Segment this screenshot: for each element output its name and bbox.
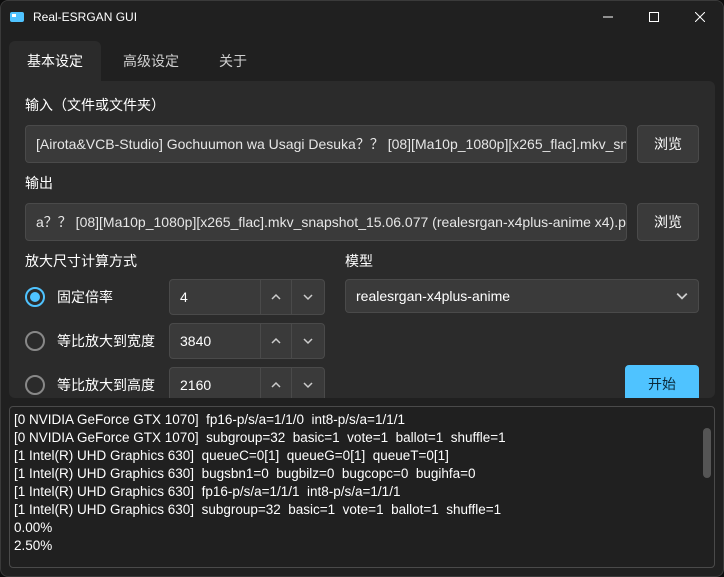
close-icon [695, 12, 705, 22]
scale-height-down[interactable] [292, 368, 324, 398]
log-output[interactable]: [0 NVIDIA GeForce GTX 1070] fp16-p/s/a=1… [9, 406, 715, 568]
log-scrollbar[interactable] [701, 408, 713, 566]
input-path-field[interactable]: [Airota&VCB-Studio] Gochuumon wa Usagi D… [25, 125, 627, 163]
radio-scale-height[interactable] [25, 375, 45, 395]
chevron-up-icon [271, 336, 281, 346]
tab-basic[interactable]: 基本设定 [9, 41, 101, 81]
window-title: Real-ESRGAN GUI [33, 10, 585, 24]
model-select[interactable]: realesrgan-x4plus-anime [345, 279, 699, 313]
radio-scale-width-label: 等比放大到宽度 [57, 331, 157, 351]
scale-height-value[interactable]: 2160 [170, 368, 260, 398]
input-browse-button[interactable]: 浏览 [637, 125, 699, 163]
radio-scale-height-label: 等比放大到高度 [57, 375, 157, 395]
model-label: 模型 [345, 251, 699, 271]
window-controls [585, 1, 723, 33]
log-text: [0 NVIDIA GeForce GTX 1070] fp16-p/s/a=1… [14, 412, 506, 553]
app-window: Real-ESRGAN GUI 基本设定 高级设定 关于 输入（文件或文件夹） … [0, 0, 724, 577]
maximize-button[interactable] [631, 1, 677, 33]
maximize-icon [649, 12, 659, 22]
minimize-button[interactable] [585, 1, 631, 33]
radio-fixed-ratio[interactable] [25, 287, 45, 307]
scale-height-spinbox[interactable]: 2160 [169, 367, 325, 398]
chevron-down-icon [303, 336, 313, 346]
chevron-down-icon [303, 292, 313, 302]
minimize-icon [603, 12, 613, 22]
model-select-value: realesrgan-x4plus-anime [356, 288, 676, 304]
close-button[interactable] [677, 1, 723, 33]
tab-about[interactable]: 关于 [201, 41, 265, 81]
start-button[interactable]: 开始 [625, 365, 699, 398]
scale-width-up[interactable] [260, 324, 292, 358]
basic-panel: 输入（文件或文件夹） [Airota&VCB-Studio] Gochuumon… [9, 81, 715, 398]
scale-width-value[interactable]: 3840 [170, 324, 260, 358]
radio-fixed-ratio-label: 固定倍率 [57, 287, 157, 307]
output-browse-button[interactable]: 浏览 [637, 203, 699, 241]
output-label: 输出 [25, 173, 699, 193]
scale-width-spinbox[interactable]: 3840 [169, 323, 325, 359]
chevron-down-icon [303, 380, 313, 390]
chevron-up-icon [271, 292, 281, 302]
output-path-field[interactable]: a？？ [08][Ma10p_1080p][x265_flac].mkv_sna… [25, 203, 627, 241]
scale-height-up[interactable] [260, 368, 292, 398]
scale-width-down[interactable] [292, 324, 324, 358]
fixed-ratio-down[interactable] [292, 280, 324, 314]
fixed-ratio-up[interactable] [260, 280, 292, 314]
chevron-down-icon [676, 290, 688, 302]
log-scrollbar-thumb[interactable] [703, 428, 711, 478]
fixed-ratio-spinbox[interactable]: 4 [169, 279, 325, 315]
radio-scale-width[interactable] [25, 331, 45, 351]
titlebar[interactable]: Real-ESRGAN GUI [1, 1, 723, 33]
size-mode-label: 放大尺寸计算方式 [25, 251, 325, 271]
fixed-ratio-value[interactable]: 4 [170, 280, 260, 314]
tab-advanced[interactable]: 高级设定 [105, 41, 197, 81]
input-label: 输入（文件或文件夹） [25, 95, 699, 115]
app-icon [9, 9, 25, 25]
tabbar: 基本设定 高级设定 关于 [1, 33, 723, 81]
chevron-up-icon [271, 380, 281, 390]
